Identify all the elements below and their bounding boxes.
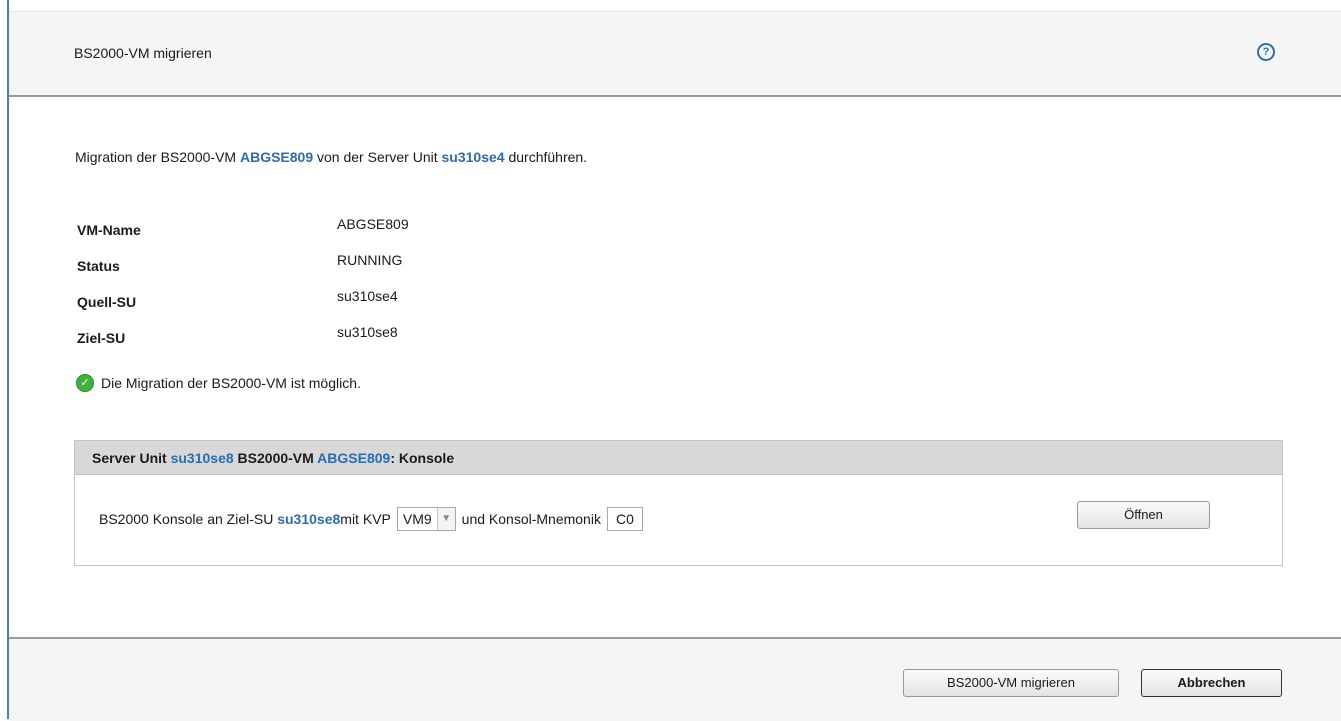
panel-header-su-link[interactable]: su310se8 bbox=[171, 450, 234, 466]
property-label: Status bbox=[77, 258, 120, 274]
intro-text: Migration der BS2000-VM ABGSE809 von der… bbox=[75, 149, 587, 165]
status-message-text: Die Migration der BS2000-VM ist möglich. bbox=[101, 375, 361, 391]
help-icon[interactable]: ? bbox=[1257, 43, 1275, 61]
property-value: RUNNING bbox=[337, 252, 403, 268]
panel-header-vm-link[interactable]: ABGSE809 bbox=[317, 450, 390, 466]
check-circle-icon: ✓ bbox=[76, 374, 94, 392]
property-label: Ziel-SU bbox=[77, 330, 126, 346]
intro-middle: von der Server Unit bbox=[313, 149, 442, 165]
left-accent-border bbox=[7, 0, 9, 719]
property-value: ABGSE809 bbox=[337, 216, 409, 232]
intro-suffix: durchführen. bbox=[504, 149, 588, 165]
panel-header-suffix: : Konsole bbox=[390, 450, 455, 466]
panel-header-prefix: Server Unit bbox=[92, 450, 171, 466]
cancel-button[interactable]: Abbrechen bbox=[1141, 669, 1282, 697]
intro-prefix: Migration der BS2000-VM bbox=[75, 149, 240, 165]
console-panel: Server Unit su310se8 BS2000-VM ABGSE809:… bbox=[74, 440, 1283, 566]
property-label: Quell-SU bbox=[77, 294, 137, 310]
dialog-title: BS2000-VM migrieren bbox=[74, 45, 212, 61]
kvp-label: mit KVP bbox=[340, 511, 391, 527]
migrate-vm-button[interactable]: BS2000-VM migrieren bbox=[903, 669, 1119, 697]
dialog-footer: BS2000-VM migrieren Abbrechen bbox=[9, 637, 1341, 721]
dialog-header: BS2000-VM migrieren ? bbox=[9, 11, 1341, 97]
migration-status-message: ✓ Die Migration der BS2000-VM ist möglic… bbox=[76, 374, 361, 392]
intro-su-link[interactable]: su310se4 bbox=[442, 149, 505, 165]
console-config-row: BS2000 Konsole an Ziel-SU su310se8 mit K… bbox=[99, 507, 643, 531]
kvp-selected-value: VM9 bbox=[402, 511, 432, 527]
intro-vm-link[interactable]: ABGSE809 bbox=[240, 149, 313, 165]
property-value: su310se8 bbox=[337, 324, 398, 340]
console-row-prefix: BS2000 Konsole an Ziel-SU bbox=[99, 511, 274, 527]
open-console-button[interactable]: Öffnen bbox=[1077, 501, 1210, 529]
console-panel-header: Server Unit su310se8 BS2000-VM ABGSE809:… bbox=[75, 441, 1282, 475]
console-row-su-link[interactable]: su310se8 bbox=[277, 511, 340, 527]
mnemonic-input[interactable]: C0 bbox=[606, 507, 643, 531]
property-label: VM-Name bbox=[77, 222, 141, 238]
kvp-select[interactable]: VM9 ▼ bbox=[396, 507, 456, 531]
property-value: su310se4 bbox=[337, 288, 398, 304]
chevron-down-icon[interactable]: ▼ bbox=[436, 508, 455, 530]
panel-header-middle: BS2000-VM bbox=[233, 450, 318, 466]
mnemonic-label: und Konsol-Mnemonik bbox=[461, 511, 601, 527]
